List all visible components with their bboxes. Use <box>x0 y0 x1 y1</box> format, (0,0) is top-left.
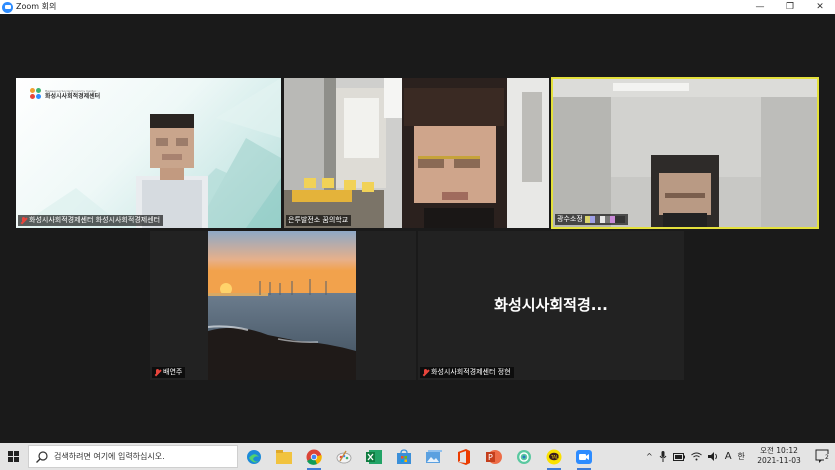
svg-text:TALK: TALK <box>550 455 561 460</box>
participant-video <box>553 79 817 227</box>
photos-icon[interactable] <box>424 447 444 467</box>
excel-icon[interactable] <box>364 447 384 467</box>
office-icon[interactable] <box>454 447 474 467</box>
search-placeholder: 검색하려면 여기에 입력하십시오. <box>54 452 165 461</box>
video-tile-2[interactable]: 은투발전소 꿈의학교 <box>284 78 549 228</box>
search-icon <box>36 450 48 463</box>
edge-icon[interactable] <box>244 447 264 467</box>
video-tile-5[interactable]: 화성시사회적경... 화성시사회적경제센터 정현 <box>418 231 684 380</box>
participant-name: 은투발전소 꿈의학교 <box>288 216 349 224</box>
participant-name-label: 광수소정 <box>555 214 628 225</box>
taskbar-search-box[interactable]: 검색하려면 여기에 입력하십시오. <box>28 445 238 468</box>
participant-name: 광수소정 <box>557 215 583 223</box>
profile-photo <box>208 231 356 380</box>
notification-center-button[interactable]: 2 <box>815 449 830 463</box>
participant-name-label: 은투발전소 꿈의학교 <box>286 215 352 226</box>
clock-time: 오전 10:12 <box>760 446 798 455</box>
input-language-button[interactable]: A <box>725 451 732 462</box>
participant-video <box>136 114 208 228</box>
windows-taskbar: 검색하려면 여기에 입력하십시오. P TALK ^ A 한 오전 10:12 … <box>0 443 835 470</box>
logo-mark-icon <box>30 88 42 100</box>
participant-display-name: 화성시사회적경... <box>494 296 608 314</box>
show-hidden-icons-button[interactable]: ^ <box>646 452 653 461</box>
store-icon[interactable] <box>394 447 414 467</box>
muted-mic-icon <box>20 216 27 225</box>
file-explorer-icon[interactable] <box>274 447 294 467</box>
close-button[interactable]: ✕ <box>805 0 835 14</box>
participant-name-label: 화성시사회적경제센터 정현 <box>420 367 514 378</box>
powerpoint-icon[interactable]: P <box>484 447 504 467</box>
logo-text: 화성시사회적경제센터 <box>45 92 101 100</box>
start-button[interactable] <box>0 443 26 470</box>
center-logo: Hwaseong Social Economy Center 화성시사회적경제센… <box>30 88 100 100</box>
windows-logo-icon <box>7 451 19 462</box>
video-tile-1[interactable]: Hwaseong Social Economy Center 화성시사회적경제센… <box>16 78 281 228</box>
participant-name: 화성시사회적경제센터 정현 <box>431 368 511 376</box>
microphone-icon[interactable] <box>659 451 667 462</box>
logo-subtext: Hwaseong Social Economy Center <box>45 88 97 93</box>
wifi-icon[interactable] <box>690 452 702 461</box>
participant-name-label: 화성시사회적경제센터 화성시사회적경제센터 <box>18 215 164 226</box>
zoom-icon[interactable] <box>574 447 594 470</box>
battery-icon[interactable] <box>672 452 685 461</box>
clock-date: 2021-11-03 <box>757 456 801 465</box>
muted-mic-icon <box>422 368 429 377</box>
system-tray: ^ A 한 <box>646 443 745 470</box>
chrome-icon[interactable] <box>304 447 324 470</box>
whale-browser-icon[interactable] <box>514 447 534 467</box>
window-controls: — ❐ ✕ <box>745 0 835 14</box>
participant-name: 화성시사회적경제센터 화성시사회적경제센터 <box>29 216 161 224</box>
participant-name: 배연주 <box>163 368 183 376</box>
video-tile-3-active-speaker[interactable]: 광수소정 <box>551 77 819 229</box>
zoom-window: Zoom 회의 — ❐ ✕ Hwaseong Social Economy Ce… <box>0 0 835 470</box>
title-bar: Zoom 회의 — ❐ ✕ <box>0 0 835 14</box>
video-tile-4[interactable]: 배연주 <box>150 231 416 380</box>
notification-count: 2 <box>824 454 830 461</box>
volume-icon[interactable] <box>707 452 719 461</box>
minimize-button[interactable]: — <box>745 0 775 14</box>
hangul-ime-button[interactable]: 한 <box>738 451 745 462</box>
participant-name-label: 배연주 <box>152 367 186 378</box>
kakaotalk-icon[interactable]: TALK <box>544 447 564 470</box>
zoom-logo-icon <box>2 1 13 13</box>
muted-mic-icon <box>154 368 161 377</box>
maximize-button[interactable]: ❐ <box>775 0 805 14</box>
window-title: Zoom 회의 <box>16 2 57 11</box>
paint-icon[interactable] <box>334 447 354 467</box>
participant-video <box>284 78 549 228</box>
svg-text:P: P <box>488 453 493 462</box>
taskbar-clock[interactable]: 오전 10:12 2021-11-03 <box>751 446 807 466</box>
pixelated-name-suffix <box>584 216 625 223</box>
